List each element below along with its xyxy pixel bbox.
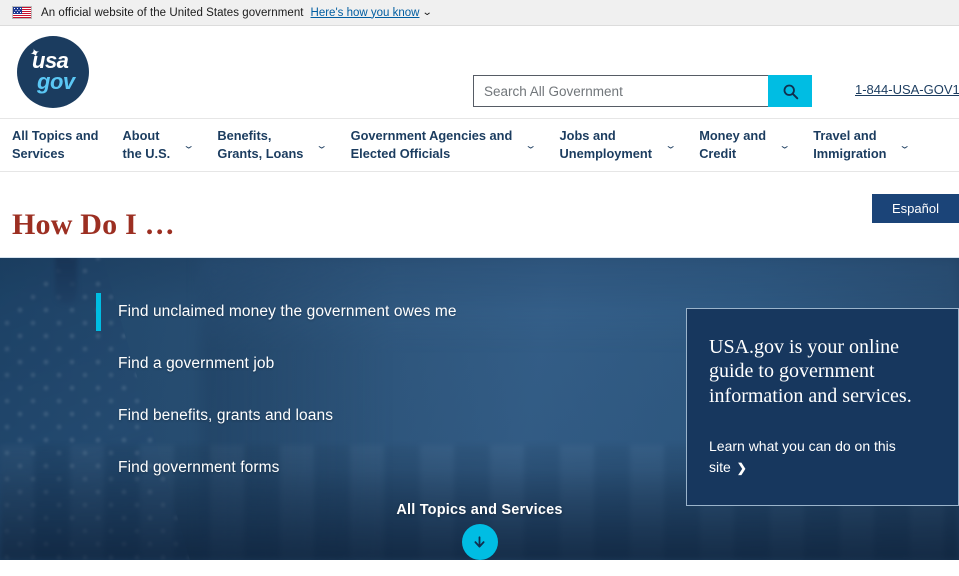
active-accent-bar: [96, 397, 101, 435]
active-accent-bar: [96, 449, 101, 487]
active-accent-bar: [96, 345, 101, 383]
page-title: How Do I …: [12, 208, 175, 241]
phone-link[interactable]: 1-844-USA-GOV1: [855, 82, 959, 97]
nav-item-label: About the U.S.: [122, 127, 171, 161]
chevron-down-icon[interactable]: ⌄: [778, 139, 790, 150]
list-item[interactable]: Find a government job: [96, 338, 656, 390]
list-item-label: Find benefits, grants and loans: [118, 407, 334, 424]
chevron-down-icon[interactable]: ⌄: [183, 139, 195, 150]
heres-how-you-know-link[interactable]: Here's how you know: [311, 7, 420, 19]
chevron-right-icon: ❯: [736, 461, 747, 476]
nav-item-label: Travel and Immigration: [813, 127, 887, 161]
list-item-label: Find a government job: [118, 355, 275, 372]
flag-pole-image: [55, 258, 77, 304]
search-icon: [782, 83, 799, 100]
us-flag-icon: [12, 6, 32, 19]
search-input[interactable]: [473, 75, 768, 107]
official-gov-banner: An official website of the United States…: [0, 0, 959, 26]
list-item[interactable]: Find unclaimed money the government owes…: [96, 286, 656, 338]
info-card-heading: USA.gov is your online guide to governme…: [709, 336, 912, 407]
nav-item-label: Money and Credit: [699, 127, 767, 161]
logo-gov-text: gov: [37, 69, 75, 94]
list-item-label: Find unclaimed money the government owes…: [118, 303, 457, 320]
learn-more-link[interactable]: Learn what you can do on this site ❯: [709, 436, 936, 478]
list-item[interactable]: Find government forms: [96, 442, 656, 494]
info-card: USA.gov is your online guide to governme…: [686, 308, 959, 506]
search-area: [473, 75, 812, 107]
search-button[interactable]: [768, 75, 812, 107]
nav-item-travel-and-immigration[interactable]: Travel and Immigration ⌄: [813, 127, 911, 163]
nav-item-label: All Topics and Services: [12, 127, 99, 161]
list-item-label: Find government forms: [118, 459, 280, 476]
nav-item-money-and-credit[interactable]: Money and Credit ⌄: [699, 127, 791, 163]
nav-item-about-the-us[interactable]: About the U.S. ⌄: [122, 127, 195, 163]
active-accent-bar: [96, 293, 101, 331]
site-header: ✦ usa gov 1-844-USA-GOV1: [0, 26, 959, 118]
espanol-button[interactable]: Español: [872, 194, 959, 223]
nav-item-all-topics-and-services[interactable]: All Topics and Services: [12, 127, 99, 163]
all-topics-and-services-section: All Topics and Services: [0, 502, 959, 560]
nav-item-benefits-grants-loans[interactable]: Benefits, Grants, Loans ⌄: [217, 127, 328, 163]
nav-item-label: Government Agencies and Elected Official…: [350, 127, 513, 161]
nav-item-jobs-and-unemployment[interactable]: Jobs and Unemployment ⌄: [559, 127, 677, 163]
list-item[interactable]: Find benefits, grants and loans: [96, 390, 656, 442]
arrow-down-icon: [472, 535, 487, 550]
nav-item-label: Jobs and Unemployment: [559, 127, 652, 161]
nav-item-government-agencies-and-elected-officials[interactable]: Government Agencies and Elected Official…: [350, 127, 538, 163]
primary-navigation: All Topics and Services About the U.S. ⌄…: [0, 118, 959, 172]
scroll-down-button[interactable]: [461, 524, 498, 560]
chevron-down-icon[interactable]: ⌄: [316, 139, 328, 150]
banner-text: An official website of the United States…: [41, 6, 304, 19]
chevron-down-icon[interactable]: ⌄: [899, 139, 911, 150]
page-title-strip: Español How Do I …: [0, 172, 959, 258]
chevron-down-icon[interactable]: ⌄: [664, 139, 676, 150]
nav-item-label: Benefits, Grants, Loans: [217, 127, 304, 161]
usagov-logo[interactable]: ✦ usa gov: [17, 36, 89, 108]
how-do-i-list: Find unclaimed money the government owes…: [96, 286, 656, 494]
chevron-down-icon[interactable]: ⌄: [525, 139, 537, 150]
chevron-down-icon[interactable]: ⌄: [422, 7, 433, 18]
